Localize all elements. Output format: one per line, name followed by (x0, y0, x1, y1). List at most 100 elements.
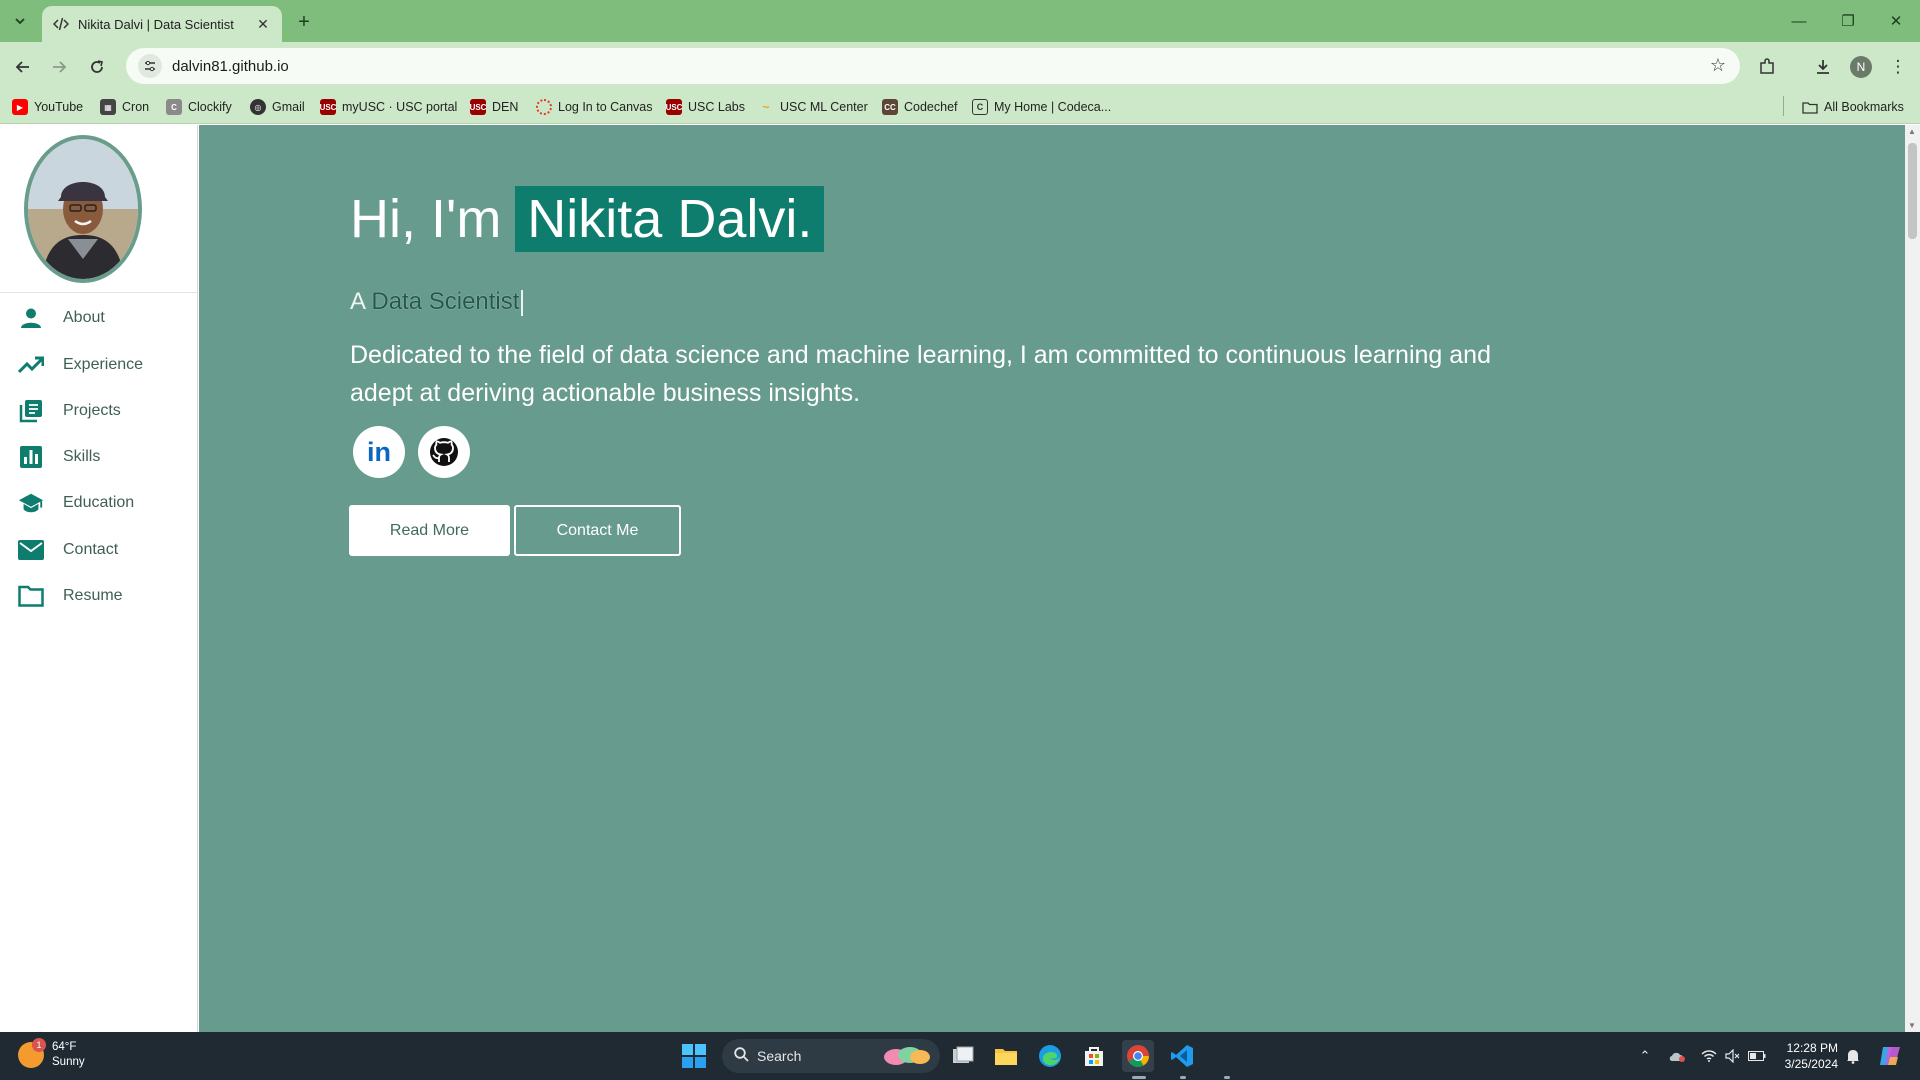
hero-greeting: Hi, I'm (350, 189, 502, 249)
usc-icon: USC (470, 99, 486, 115)
wifi-icon[interactable] (1698, 1046, 1720, 1066)
vscode-icon[interactable] (1166, 1040, 1198, 1072)
linkedin-link[interactable]: in (353, 426, 405, 478)
hero-description: Dedicated to the field of data science a… (350, 341, 1491, 407)
sidebar-item-label: Experience (63, 356, 144, 373)
browser-tab[interactable]: Nikita Dalvi | Data Scientist ✕ (42, 6, 282, 42)
mail-icon (18, 537, 44, 563)
bookmark-myusc[interactable]: USC myUSC · USC portal (320, 98, 457, 116)
sidebar-item-projects[interactable]: Projects (0, 391, 198, 431)
all-bookmarks[interactable]: All Bookmarks (1802, 98, 1904, 116)
edge-icon[interactable] (1034, 1040, 1066, 1072)
contact-me-button[interactable]: Contact Me (514, 505, 681, 556)
github-link[interactable] (418, 426, 470, 478)
trending-up-icon (18, 352, 44, 378)
bookmark-star-icon[interactable]: ☆ (1710, 55, 1726, 76)
search-label: Search (757, 1048, 802, 1064)
globe-icon: ◎ (250, 99, 266, 115)
running-app-indicator (1180, 1076, 1186, 1079)
profile-avatar[interactable]: N (1850, 56, 1872, 78)
search-icon (734, 1047, 749, 1065)
bookmark-usc-labs[interactable]: USC USC Labs (666, 98, 745, 116)
copilot-icon[interactable] (1876, 1046, 1904, 1066)
browser-toolbar: dalvin81.github.io ☆ N ⋮ (0, 42, 1920, 90)
bookmark-label: My Home | Codeca... (994, 100, 1112, 114)
github-icon (430, 438, 458, 466)
scrollbar-thumb[interactable] (1908, 143, 1917, 239)
chevron-up-icon[interactable]: ⌃ (1634, 1046, 1656, 1066)
windows-taskbar: 1 64°F Sunny Search ⌃ 12:28 PM 3/25/2024 (0, 1032, 1920, 1080)
calendar-icon: ▦ (100, 99, 116, 115)
bookmark-label: USC Labs (688, 100, 745, 114)
canvas-icon (536, 99, 552, 115)
read-more-button[interactable]: Read More (349, 505, 510, 556)
bookmark-gmail[interactable]: ◎ Gmail (250, 98, 305, 116)
restore-icon[interactable]: ❐ (1834, 8, 1862, 34)
scroll-down-icon[interactable]: ▼ (1908, 1021, 1916, 1030)
person-icon (18, 305, 44, 331)
url-text: dalvin81.github.io (172, 57, 289, 75)
more-menu-icon[interactable]: ⋮ (1885, 54, 1911, 80)
sidebar-item-label: About (63, 309, 105, 326)
sidebar-item-education[interactable]: Education (0, 483, 198, 523)
clock-date: 3/25/2024 (1784, 1057, 1838, 1071)
bookmark-label: DEN (492, 100, 519, 114)
sidebar-item-resume[interactable]: Resume (0, 576, 198, 616)
bookmark-cron[interactable]: ▦ Cron (100, 98, 149, 116)
sidebar-item-label: Skills (63, 448, 101, 465)
page-scrollbar[interactable]: ▲ ▼ (1905, 125, 1920, 1032)
system-clock[interactable]: 12:28 PM 3/25/2024 (1772, 1040, 1838, 1072)
bookmark-codecademy[interactable]: C My Home | Codeca... (972, 98, 1111, 116)
usc-icon: USC (320, 99, 336, 115)
youtube-icon: ▶ (12, 99, 28, 115)
new-tab-icon[interactable]: + (292, 10, 316, 34)
forward-icon[interactable] (46, 54, 72, 80)
volume-muted-icon[interactable] (1722, 1046, 1744, 1066)
reload-icon[interactable] (84, 54, 110, 80)
bookmark-den[interactable]: USC DEN (470, 98, 518, 116)
tab-title: Nikita Dalvi | Data Scientist (78, 16, 234, 32)
back-icon[interactable] (10, 54, 36, 80)
sidebar-divider (0, 292, 198, 293)
chrome-icon[interactable] (1122, 1040, 1154, 1072)
download-icon[interactable] (1810, 54, 1836, 80)
close-tab-icon[interactable]: ✕ (254, 15, 272, 33)
taskbar-search[interactable]: Search (722, 1039, 940, 1073)
role-text: Data Scientist (371, 288, 520, 315)
browser-tab-bar: Nikita Dalvi | Data Scientist ✕ + — ❐ ✕ (0, 0, 1920, 42)
bookmark-canvas[interactable]: Log In to Canvas (536, 98, 653, 116)
notification-bell-icon[interactable] (1842, 1046, 1864, 1066)
extensions-icon[interactable] (1754, 54, 1780, 80)
sidebar-item-skills[interactable]: Skills (0, 437, 198, 477)
bookmark-label: Codechef (904, 100, 958, 114)
bookmark-codechef[interactable]: CC Codechef (882, 98, 958, 116)
weather-desc: Sunny (52, 1056, 85, 1068)
bookmark-usc-ml-center[interactable]: ~ USC ML Center (758, 98, 867, 116)
task-view-icon[interactable] (947, 1040, 979, 1072)
hero-heading: Hi, I'm Nikita Dalvi. (350, 186, 825, 252)
windows-start-icon[interactable] (678, 1040, 710, 1072)
onedrive-icon[interactable] (1666, 1046, 1688, 1066)
profile-photo (24, 135, 142, 283)
bookmark-label: Cron (122, 100, 150, 114)
site-info-icon[interactable] (138, 54, 162, 78)
minimize-icon[interactable]: — (1785, 8, 1813, 34)
weather-temp: 64°F (52, 1041, 77, 1053)
battery-icon[interactable] (1746, 1046, 1768, 1066)
scroll-up-icon[interactable]: ▲ (1908, 127, 1916, 136)
file-explorer-icon[interactable] (990, 1040, 1022, 1072)
sun-icon: 1 (18, 1038, 46, 1068)
address-bar[interactable]: dalvin81.github.io ☆ (126, 48, 1740, 84)
hero-subtitle: A Data Scientist (350, 288, 524, 316)
svg-text:in: in (367, 437, 391, 467)
microsoft-store-icon[interactable] (1078, 1040, 1110, 1072)
sidebar-item-about[interactable]: About (0, 298, 198, 338)
close-window-icon[interactable]: ✕ (1882, 8, 1910, 34)
hero-section (199, 125, 1905, 1032)
weather-widget[interactable]: 1 64°F Sunny (18, 1038, 85, 1070)
bookmark-youtube[interactable]: ▶ YouTube (12, 98, 83, 116)
sidebar-item-experience[interactable]: Experience (0, 345, 198, 385)
sidebar-item-contact[interactable]: Contact (0, 530, 198, 570)
tab-search-dropdown-icon[interactable] (8, 9, 32, 33)
bookmark-clockify[interactable]: C Clockify (166, 98, 232, 116)
